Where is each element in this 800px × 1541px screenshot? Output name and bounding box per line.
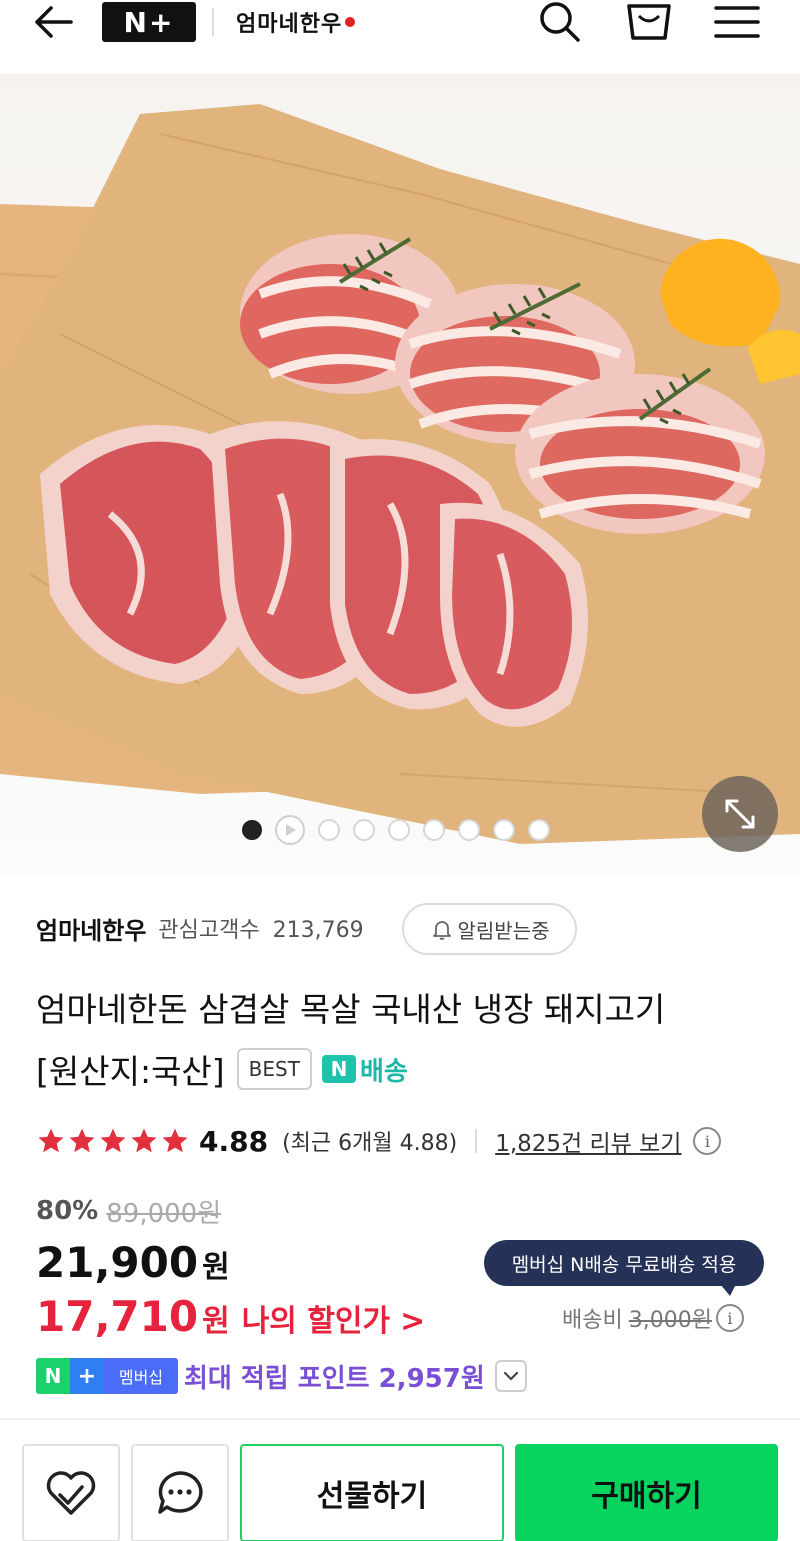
star-icon bbox=[131, 1128, 157, 1153]
back-button[interactable] bbox=[28, 2, 78, 42]
cart-icon bbox=[627, 4, 671, 40]
buy-button[interactable]: 구매하기 bbox=[515, 1444, 778, 1541]
store-info-row: 엄마네한우 관심고객수 213,769 bbox=[36, 900, 364, 956]
my-discount-link[interactable]: 17,710 원 나의 할인가 > bbox=[36, 1292, 425, 1344]
shipping-info-icon[interactable]: i bbox=[715, 1304, 744, 1332]
sale-price: 21,900 bbox=[36, 1238, 199, 1287]
badge-membership: 멤버십 bbox=[104, 1358, 178, 1394]
rating-row: 4.88 (최근 6개월 4.88) 1,825건 리뷰 보기 i bbox=[36, 1120, 722, 1162]
chevron-right-icon: > bbox=[400, 1304, 426, 1339]
bottom-action-bar: 선물하기 구매하기 bbox=[0, 1418, 800, 1541]
carousel-indicators bbox=[242, 815, 550, 845]
recent-rating: (최근 6개월 4.88) bbox=[282, 1131, 458, 1156]
watchers-label: 관심고객수 213,769 bbox=[158, 912, 363, 944]
store-logo[interactable]: 엄마네한우 bbox=[236, 2, 356, 42]
original-price: 89,000원 bbox=[106, 1198, 222, 1229]
play-icon bbox=[286, 824, 296, 836]
product-title-line2-row: [원산지:국산] BEST N 배송 bbox=[36, 1044, 408, 1094]
top-header: N+ 엄마네한우 bbox=[0, 0, 800, 74]
header-divider bbox=[212, 8, 214, 36]
star-icon bbox=[69, 1128, 95, 1153]
info-icon[interactable]: i bbox=[693, 1127, 722, 1155]
product-image-carousel[interactable] bbox=[0, 74, 800, 874]
expand-image-button[interactable] bbox=[702, 776, 778, 852]
product-title: 엄마네한돈 삼겹살 목살 국내산 냉장 돼지고기 bbox=[36, 990, 666, 1029]
menu-icon bbox=[714, 6, 760, 38]
carousel-dot[interactable] bbox=[423, 819, 445, 841]
watchers-label-text: 관심고객수 bbox=[158, 918, 260, 943]
star-icon bbox=[100, 1128, 126, 1153]
my-discount-price: 17,710 bbox=[36, 1292, 199, 1341]
carousel-dot[interactable] bbox=[493, 819, 515, 841]
heart-check-icon bbox=[46, 1471, 96, 1515]
star-icon bbox=[38, 1128, 64, 1153]
alarm-label: 알림받는중 bbox=[457, 918, 550, 943]
talk-talk-button[interactable] bbox=[131, 1444, 229, 1541]
carousel-dot[interactable] bbox=[318, 819, 340, 841]
badge-n: N bbox=[36, 1358, 70, 1394]
chat-bubble-icon bbox=[158, 1471, 203, 1514]
chevron-down-icon bbox=[503, 1371, 518, 1381]
carousel-video-dot[interactable] bbox=[275, 815, 305, 845]
discount-rate: 80% bbox=[36, 1196, 99, 1226]
carousel-dot-active[interactable] bbox=[242, 820, 262, 840]
product-photo bbox=[0, 74, 800, 874]
nplus-logo-text: N+ bbox=[123, 5, 175, 39]
nplus-membership-badge: N + 멤버십 bbox=[36, 1358, 178, 1394]
watchers-count: 213,769 bbox=[272, 918, 364, 943]
gift-button[interactable]: 선물하기 bbox=[240, 1444, 504, 1541]
my-discount-unit: 원 bbox=[202, 1304, 230, 1339]
carousel-dot[interactable] bbox=[388, 819, 410, 841]
shipping-label: 배송비 bbox=[562, 1308, 623, 1333]
rating-stars bbox=[36, 1126, 191, 1156]
store-name-link[interactable]: 엄마네한우 bbox=[36, 911, 146, 946]
reviews-link[interactable]: 1,825건 리뷰 보기 bbox=[495, 1124, 681, 1158]
carousel-dot[interactable] bbox=[353, 819, 375, 841]
max-points-text: 최대 적립 포인트 2,957원 bbox=[184, 1363, 485, 1394]
store-logo-text: 엄마네한우 bbox=[236, 11, 343, 37]
rating-score: 4.88 bbox=[199, 1124, 269, 1158]
points-expand-button[interactable] bbox=[494, 1360, 527, 1392]
tooltip-tail bbox=[720, 1284, 736, 1296]
product-title-origin: [원산지:국산] bbox=[36, 1052, 225, 1091]
points-row: N + 멤버십 최대 적립 포인트 2,957원 bbox=[36, 1356, 527, 1396]
n-delivery-badge: N 배송 bbox=[321, 1051, 408, 1088]
cart-button[interactable] bbox=[622, 0, 676, 44]
carousel-dot[interactable] bbox=[528, 819, 550, 841]
n-delivery-label: 배송 bbox=[359, 1056, 408, 1087]
search-icon bbox=[540, 2, 580, 42]
wishlist-button[interactable] bbox=[22, 1444, 120, 1541]
menu-button[interactable] bbox=[710, 0, 764, 44]
alarm-button[interactable]: 알림받는중 bbox=[402, 903, 577, 955]
my-discount-label: 나의 할인가 bbox=[241, 1304, 391, 1339]
best-badge: BEST bbox=[236, 1048, 312, 1090]
nplus-logo[interactable]: N+ bbox=[102, 2, 196, 42]
sale-price-row: 21,900 원 bbox=[36, 1238, 230, 1292]
shipping-fee: 3,000원 bbox=[628, 1308, 712, 1333]
n-delivery-icon: N bbox=[321, 1055, 356, 1083]
free-shipping-tooltip: 멤버십 N배송 무료배송 적용 bbox=[484, 1240, 764, 1296]
bell-icon bbox=[432, 921, 451, 940]
tooltip-text: 멤버십 N배송 무료배송 적용 bbox=[511, 1253, 737, 1276]
badge-plus: + bbox=[70, 1358, 104, 1394]
carousel-dot[interactable] bbox=[458, 819, 480, 841]
seal-icon bbox=[345, 17, 356, 27]
shipping-fee-row: 배송비 3,000원 i bbox=[562, 1300, 744, 1336]
expand-icon bbox=[725, 799, 755, 829]
back-arrow-icon bbox=[35, 6, 73, 38]
rating-divider bbox=[475, 1129, 478, 1153]
sale-price-unit: 원 bbox=[202, 1250, 230, 1285]
star-icon bbox=[162, 1128, 188, 1153]
search-button[interactable] bbox=[532, 0, 586, 44]
discount-row: 80% 89,000원 bbox=[36, 1192, 221, 1230]
